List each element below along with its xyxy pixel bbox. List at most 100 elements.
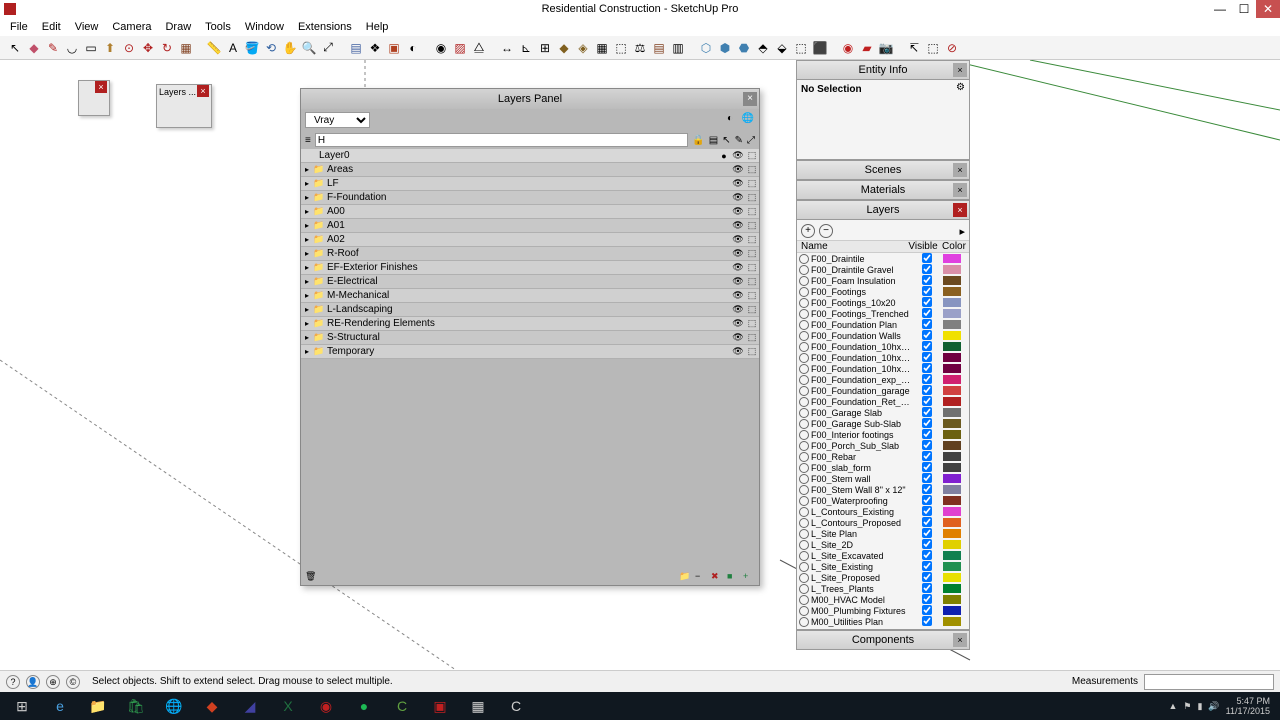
layer-color-swatch[interactable] [943, 474, 961, 483]
layer-radio[interactable] [799, 474, 809, 484]
layer-color-swatch[interactable] [943, 562, 961, 571]
layer-row[interactable]: L_Site_2D [797, 539, 969, 550]
layer-visible-checkbox[interactable] [922, 572, 932, 582]
layer-color-swatch[interactable] [943, 485, 961, 494]
zoom-extents-tool[interactable]: ⤢ [319, 39, 337, 57]
layer-radio[interactable] [799, 441, 809, 451]
layer-row[interactable]: F00_Foundation Plan [797, 319, 969, 330]
layer-folder-row[interactable]: ▸📁A01👁⬚ [301, 219, 759, 233]
layer-row[interactable]: F00_Foundation_exp_joint [797, 374, 969, 385]
layer-visible-checkbox[interactable] [922, 374, 932, 384]
close-icon[interactable]: × [743, 92, 757, 106]
layers-header[interactable]: Layers × [796, 200, 970, 220]
iso1-tool[interactable]: ⬡ [697, 39, 715, 57]
render1-tool[interactable]: ◉ [839, 39, 857, 57]
layer-row[interactable]: L_Site_Proposed [797, 572, 969, 583]
pencil-icon[interactable]: ✎ [735, 135, 743, 146]
dim-tool[interactable]: ↔ [498, 39, 516, 57]
layer-row[interactable]: L_Trees_Plants [797, 583, 969, 594]
store-icon[interactable]: 🛍 [118, 694, 154, 718]
layer-color-swatch[interactable] [943, 606, 961, 615]
layer-radio[interactable] [799, 463, 809, 473]
menu-window[interactable]: Window [239, 21, 290, 33]
scenes-header[interactable]: Scenes × [796, 160, 970, 180]
layer-folder-row[interactable]: ▸📁EF-Exterior Finishes👁⬚ [301, 261, 759, 275]
layer-radio[interactable] [799, 617, 809, 627]
layer-color-swatch[interactable] [943, 584, 961, 593]
layer-radio[interactable] [799, 309, 809, 319]
minimize-button[interactable]: — [1208, 0, 1232, 18]
layer-radio[interactable] [799, 485, 809, 495]
layer-radio[interactable] [799, 518, 809, 528]
layer-color-swatch[interactable] [943, 507, 961, 516]
layer-row[interactable]: F00_Stem wall [797, 473, 969, 484]
layer-visible-checkbox[interactable] [922, 451, 932, 461]
layer-row[interactable]: L_Site_Excavated [797, 550, 969, 561]
layer-color-swatch[interactable] [943, 254, 961, 263]
layer-row[interactable]: F00_Footings_Trenched [797, 308, 969, 319]
expand-icon[interactable]: ⤢ [747, 135, 755, 146]
layer-radio[interactable] [799, 584, 809, 594]
layer-color-swatch[interactable] [943, 386, 961, 395]
layer-visible-checkbox[interactable] [922, 484, 932, 494]
layer-visible-checkbox[interactable] [922, 506, 932, 516]
layer-row[interactable]: L_Site Plan [797, 528, 969, 539]
col-name[interactable]: Name [797, 241, 907, 252]
layer-row[interactable]: M00_Utilities Plan [797, 616, 969, 627]
person-icon[interactable]: 👤 [26, 675, 40, 689]
layer-visible-checkbox[interactable] [922, 561, 932, 571]
layer-color-swatch[interactable] [943, 309, 961, 318]
app4-icon[interactable]: ▣ [422, 694, 458, 718]
excel-icon[interactable]: X [270, 694, 306, 718]
float-panel-layers[interactable]: Layers ... × [156, 84, 212, 128]
layer-visible-checkbox[interactable] [922, 473, 932, 483]
layer-visible-checkbox[interactable] [922, 418, 932, 428]
start-button[interactable]: ⊞ [4, 694, 40, 718]
layer-radio[interactable] [799, 386, 809, 396]
layer-row[interactable]: L_Contours_Proposed [797, 517, 969, 528]
add-icon[interactable]: + [743, 571, 755, 583]
layer-radio[interactable] [799, 419, 809, 429]
layer-visible-checkbox[interactable] [922, 385, 932, 395]
app6-icon[interactable]: C [498, 694, 534, 718]
layer-color-swatch[interactable] [943, 397, 961, 406]
render2-tool[interactable]: ▰ [858, 39, 876, 57]
layer-color-swatch[interactable] [943, 617, 961, 626]
layer-row[interactable]: M00_Plumbing Fixtures [797, 605, 969, 616]
menu-camera[interactable]: Camera [106, 21, 157, 33]
layer-radio[interactable] [799, 452, 809, 462]
layer-color-swatch[interactable] [943, 287, 961, 296]
cube-icon[interactable]: ⬚ [745, 150, 759, 161]
layer-folder-row[interactable]: ▸📁F-Foundation👁⬚ [301, 191, 759, 205]
remove-layer-button[interactable]: − [819, 224, 833, 238]
layer-folder-row[interactable]: ▸📁Areas👁⬚ [301, 163, 759, 177]
layer-color-swatch[interactable] [943, 430, 961, 439]
layer-radio[interactable] [799, 287, 809, 297]
layer-visible-checkbox[interactable] [922, 319, 932, 329]
layer-row[interactable]: F00_Foundation_10hx4ft [797, 352, 969, 363]
layer-visible-checkbox[interactable] [922, 429, 932, 439]
solid3-tool[interactable]: ▦ [593, 39, 611, 57]
measurements-input[interactable] [1144, 674, 1274, 690]
gear-icon[interactable]: ⚙ [956, 82, 965, 93]
layer-radio[interactable] [799, 254, 809, 264]
layer-row[interactable]: F00_Foundation_garage [797, 385, 969, 396]
layer-radio[interactable] [799, 595, 809, 605]
layer-color-swatch[interactable] [943, 320, 961, 329]
close-icon[interactable]: × [197, 85, 209, 97]
layer-color-swatch[interactable] [943, 518, 961, 527]
layer-row[interactable]: F00_Foundation_10hx9ft [797, 363, 969, 374]
layers-icon[interactable]: ▤ [709, 135, 718, 146]
col-visible[interactable]: Visible [907, 241, 939, 252]
layer-color-swatch[interactable] [943, 265, 961, 274]
tray-net-icon[interactable]: ▮ [1197, 701, 1202, 712]
tray-flag-icon[interactable]: ⚑ [1183, 701, 1191, 712]
eye-icon[interactable]: 👁 [731, 150, 745, 161]
layer-visible-checkbox[interactable] [922, 495, 932, 505]
collapse-icon[interactable]: × [953, 163, 967, 177]
layer-visible-checkbox[interactable] [922, 594, 932, 604]
help-icon[interactable]: ? [6, 675, 20, 689]
maximize-button[interactable]: ☐ [1232, 0, 1256, 18]
close-icon[interactable]: × [95, 81, 107, 93]
marker-icon[interactable]: ● [717, 151, 731, 161]
